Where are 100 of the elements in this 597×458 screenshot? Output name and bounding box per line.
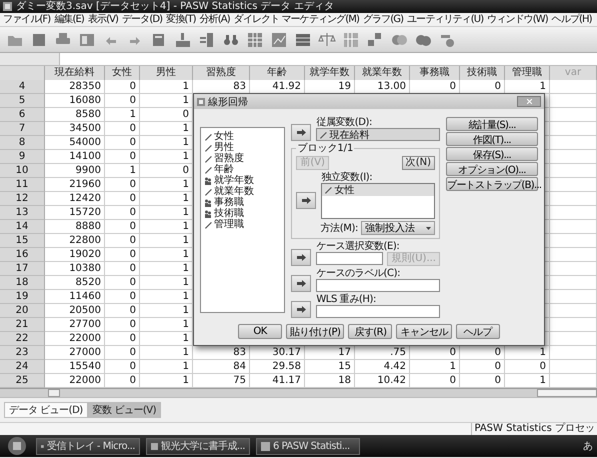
move-button[interactable] [291, 124, 312, 141]
move-button[interactable] [291, 275, 312, 292]
move-button[interactable] [291, 249, 312, 266]
move-button[interactable] [296, 192, 316, 209]
scroll-thumb[interactable] [537, 389, 597, 397]
row-header[interactable]: 9 [0, 150, 45, 164]
table-cell: 0 [105, 178, 140, 192]
row-header[interactable]: 25 [0, 374, 45, 388]
input-method-indicator[interactable]: あ [583, 439, 593, 453]
variable-item[interactable]: 年齢 [204, 164, 282, 175]
spreadsheet-icon[interactable] [342, 30, 360, 48]
row-header[interactable]: 16 [0, 248, 45, 262]
case-label-field[interactable] [316, 279, 440, 292]
ruler-icon [319, 130, 328, 138]
next-button[interactable]: 次(N) [402, 156, 435, 170]
variable-item[interactable]: 就業年数 [204, 186, 282, 197]
grid-icon[interactable] [246, 30, 264, 48]
dialog-button[interactable]: ヘルプ [456, 324, 500, 339]
menu-item[interactable]: データ(D) [121, 13, 164, 26]
variable-item[interactable]: 技術職 [204, 208, 282, 219]
dependent-field[interactable]: 現在給料 [316, 128, 440, 141]
value-labels-icon[interactable] [366, 30, 384, 48]
column-header[interactable]: 年齢 [250, 66, 305, 81]
column-header[interactable]: 女性 [105, 66, 140, 81]
scale-icon[interactable] [318, 30, 336, 48]
row-header[interactable]: 5 [0, 94, 45, 108]
menu-item[interactable]: ヘルプ(H) [550, 13, 593, 26]
table-cell: 0 [105, 290, 140, 304]
scroll-left-button[interactable] [48, 389, 60, 397]
dropdown-icon [426, 226, 431, 230]
menu-item[interactable]: 変換(T) [165, 13, 197, 26]
columns-icon[interactable] [198, 30, 216, 48]
menu-item[interactable]: グラフ(G) [362, 13, 404, 26]
dialog-button[interactable]: キャンセル [396, 324, 452, 339]
chart-icon[interactable] [270, 30, 288, 48]
selection-field[interactable] [316, 252, 384, 265]
variable-item[interactable]: 就学年数 [204, 175, 282, 186]
row-header[interactable]: 10 [0, 164, 45, 178]
row-header[interactable]: 11 [0, 178, 45, 192]
row-header[interactable]: 23 [0, 346, 45, 360]
menu-item[interactable]: ファイル(F) [2, 13, 52, 26]
row-header[interactable]: 6 [0, 108, 45, 122]
taskbar-button[interactable]: 受信トレイ - Micro... [36, 438, 140, 454]
table-cell: 1 [140, 122, 193, 136]
move-button[interactable] [291, 301, 312, 318]
insert-icon[interactable] [174, 30, 192, 48]
row-header[interactable]: 20 [0, 304, 45, 318]
list-item[interactable]: 女性 [322, 184, 434, 196]
column-header[interactable]: 技術職 [460, 66, 505, 81]
dialog-button[interactable]: 作図(T)... [446, 132, 538, 146]
dialog-button[interactable]: オプション(O)... [446, 162, 538, 176]
close-button[interactable] [517, 96, 541, 107]
row-header[interactable]: 8 [0, 136, 45, 150]
dialog-button[interactable]: 貼り付け(P) [286, 324, 344, 339]
dialog-button[interactable]: OK [238, 324, 282, 339]
variable-item[interactable]: 男性 [204, 142, 282, 153]
variable-item[interactable]: 女性 [204, 131, 282, 142]
taskbar-button[interactable]: 6 PASW Statisti... [256, 438, 360, 454]
row-header[interactable]: 4 [0, 80, 45, 94]
row-header[interactable]: 15 [0, 234, 45, 248]
column-header[interactable]: 就学年数 [305, 66, 355, 81]
menu-item[interactable]: 編集(E) [53, 13, 85, 26]
variable-item[interactable]: 管理職 [204, 219, 282, 230]
arrow-icon [296, 306, 306, 313]
row-header[interactable]: 21 [0, 318, 45, 332]
dialog-button[interactable]: 統計量(S)... [446, 117, 538, 131]
table-cell: 10380 [45, 262, 105, 276]
variable-item[interactable]: 習熟度 [204, 153, 282, 164]
dialog-button[interactable]: 戻す(R) [348, 324, 392, 339]
row-header[interactable]: 18 [0, 276, 45, 290]
wls-weight-field[interactable] [316, 305, 440, 318]
column-header[interactable]: 事務職 [410, 66, 460, 81]
row-header[interactable]: 19 [0, 290, 45, 304]
row-header[interactable]: 13 [0, 206, 45, 220]
taskbar-button[interactable]: 観光大学に書手成... [146, 438, 250, 454]
row-header[interactable]: 22 [0, 332, 45, 346]
column-header[interactable]: 管理職 [505, 66, 550, 81]
row-header[interactable]: 12 [0, 192, 45, 206]
variable-item[interactable]: 事務職 [204, 197, 282, 208]
row-header[interactable]: 24 [0, 360, 45, 374]
row-header[interactable]: 17 [0, 262, 45, 276]
menu-item[interactable]: ウィンドウ(W) [486, 13, 549, 26]
horizontal-scrollbar[interactable] [0, 388, 597, 397]
column-header[interactable]: 現在給料 [45, 66, 105, 81]
column-header[interactable]: 男性 [140, 66, 193, 81]
dialog-button[interactable]: 保存(S)... [446, 147, 538, 161]
view-tab[interactable]: データ ビュー(D) [4, 402, 88, 418]
column-header[interactable]: 習熟度 [193, 66, 250, 81]
table-cell: 19 [305, 80, 355, 94]
row-header[interactable]: 7 [0, 122, 45, 136]
view-tab[interactable]: 変数 ビュー(V) [88, 402, 162, 418]
menu-item[interactable]: 分析(A) [198, 13, 231, 26]
column-header[interactable]: 就業年数 [355, 66, 410, 81]
menu-item[interactable]: 表示(V) [86, 13, 120, 26]
method-dropdown[interactable]: 強制投入法 [361, 221, 435, 235]
row-header[interactable]: 14 [0, 220, 45, 234]
table-cell: 0 [105, 262, 140, 276]
menu-item[interactable]: ユーティリティ(U) [406, 13, 484, 26]
table-cell: 0 [105, 220, 140, 234]
menu-item[interactable]: ダイレクト マーケティング(M) [232, 13, 360, 26]
